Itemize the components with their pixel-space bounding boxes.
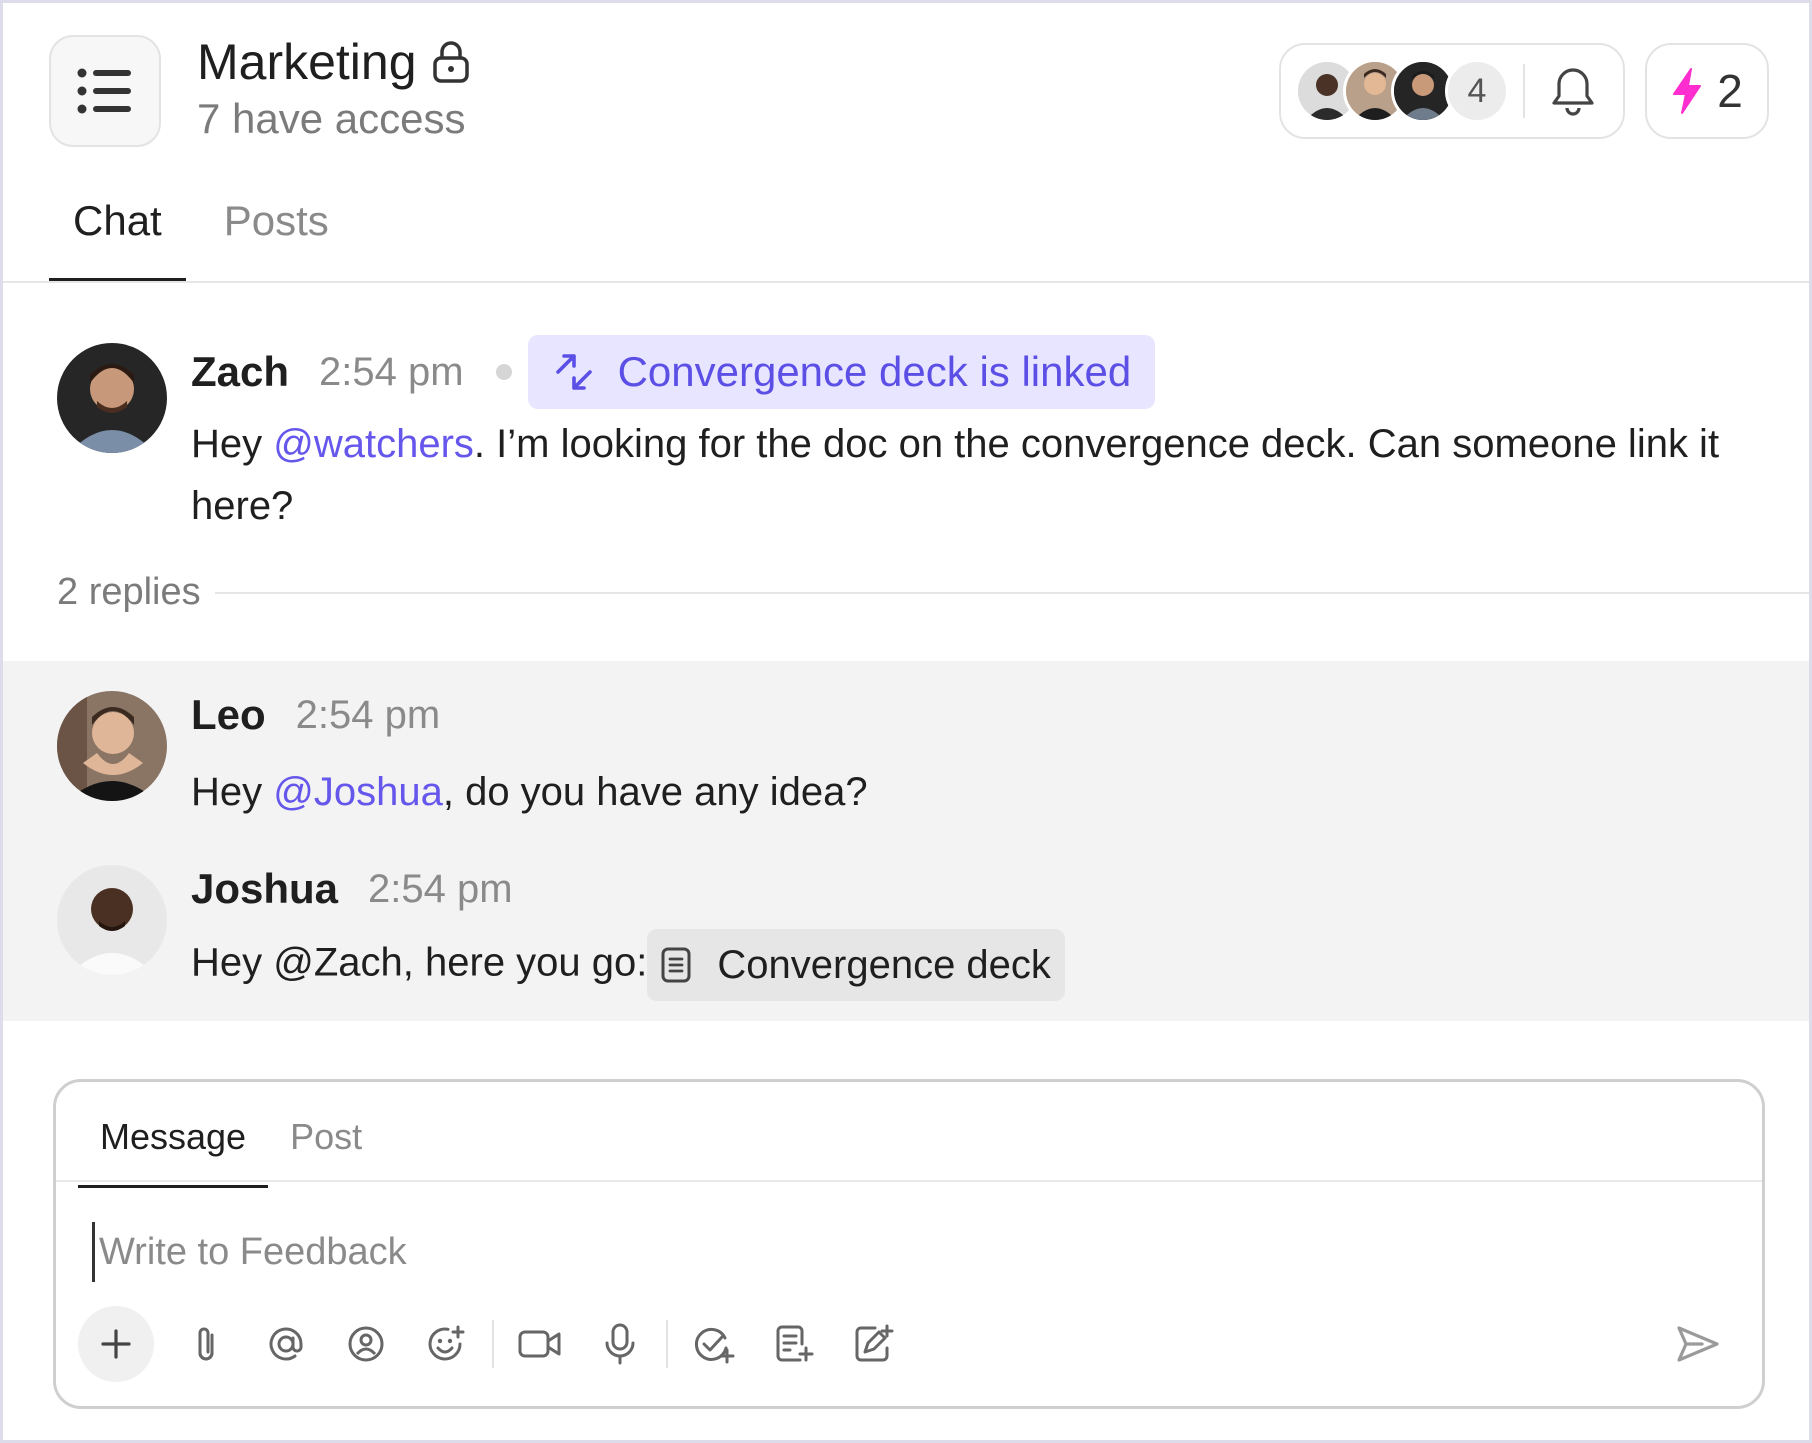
message-text: Hey <box>191 770 274 814</box>
mention-button[interactable] <box>255 1313 317 1375</box>
toolbar-divider <box>492 1320 494 1368</box>
message-body: Hey @Joshua, do you have any idea? <box>191 761 868 823</box>
message-text: Hey @Zach, here you go: <box>191 940 648 985</box>
access-count[interactable]: 7 have access <box>197 95 466 143</box>
tab-chat[interactable]: Chat <box>49 179 186 283</box>
tabs-divider <box>3 281 1809 283</box>
document-icon <box>661 947 691 983</box>
lightning-bolt-icon <box>1673 68 1702 114</box>
author-name[interactable]: Leo <box>191 691 266 739</box>
message-input[interactable] <box>92 1222 1692 1282</box>
replies-count[interactable]: 2 replies <box>57 571 201 614</box>
avatar-joshua[interactable] <box>57 865 167 975</box>
toolbar-divider <box>666 1320 668 1368</box>
doc-chip-label: Convergence deck <box>717 943 1051 987</box>
tab-post[interactable]: Post <box>268 1108 384 1186</box>
boost-count: 2 <box>1717 65 1743 117</box>
video-icon <box>518 1330 561 1358</box>
avatar-leo[interactable] <box>57 691 167 801</box>
watchers-group[interactable]: 4 <box>1279 43 1625 139</box>
notifications-button[interactable] <box>1543 61 1603 121</box>
view-tabs: Chat Posts <box>49 179 353 283</box>
author-name[interactable]: Zach <box>191 348 289 396</box>
replies-divider: 2 replies <box>57 571 1809 614</box>
create-task-button[interactable] <box>683 1313 745 1375</box>
channel-title: Marketing <box>197 34 417 90</box>
at-mention-icon <box>269 1327 303 1361</box>
mention-joshua[interactable]: @Joshua <box>273 770 443 814</box>
attach-button[interactable] <box>175 1313 237 1375</box>
bell-icon <box>1552 68 1594 116</box>
avatar-zach[interactable] <box>57 343 167 453</box>
watchers-count: 4 <box>1445 59 1509 123</box>
composer-tabs-divider <box>56 1180 1762 1182</box>
divider-line <box>214 591 1809 594</box>
message-body: Hey @watchers. I’m looking for the doc o… <box>191 413 1751 537</box>
message-time: 2:54 pm <box>368 866 513 911</box>
list-icon <box>77 68 131 114</box>
boost-button[interactable]: 2 <box>1645 43 1769 139</box>
message-text: Hey <box>191 422 274 466</box>
attachment-icon <box>198 1327 214 1361</box>
add-button[interactable] <box>78 1306 154 1382</box>
mention-watchers[interactable]: @watchers <box>273 422 474 466</box>
author-name[interactable]: Joshua <box>191 865 338 913</box>
emoji-add-icon <box>428 1325 465 1361</box>
composer-toolbar <box>78 1306 914 1382</box>
link-arrows-icon <box>555 354 592 390</box>
contact-mention-icon <box>348 1326 384 1362</box>
chat-panel: Marketing 7 have access 4 2 Chat Posts Z… <box>0 0 1812 1443</box>
tab-message[interactable]: Message <box>78 1108 269 1188</box>
menu-button[interactable] <box>49 35 161 147</box>
microphone-icon <box>605 1323 635 1365</box>
video-clip-button[interactable] <box>509 1313 571 1375</box>
composer-tabs: Message Post <box>78 1108 384 1188</box>
send-icon <box>1677 1326 1719 1362</box>
doc-chip[interactable]: Convergence deck <box>647 929 1065 1001</box>
mention-user-button[interactable] <box>335 1313 397 1375</box>
create-whiteboard-button[interactable] <box>843 1313 905 1375</box>
task-add-icon <box>694 1327 735 1364</box>
message-time: 2:54 pm <box>295 692 441 737</box>
separator-dot <box>495 364 512 380</box>
message-text: , do you have any idea? <box>442 770 868 814</box>
plus-icon <box>101 1329 131 1359</box>
emoji-button[interactable] <box>415 1313 477 1375</box>
divider <box>1523 64 1525 118</box>
voice-clip-button[interactable] <box>589 1313 651 1375</box>
watcher-avatars[interactable]: 4 <box>1295 59 1515 123</box>
message-header: Joshua 2:54 pm <box>191 865 513 913</box>
message-body: Hey @Zach, here you go: Convergence deck <box>191 929 1065 1001</box>
message-composer: Message Post <box>53 1079 1765 1409</box>
channel-title-row: Marketing <box>197 33 471 91</box>
send-button[interactable] <box>1670 1316 1726 1372</box>
whiteboard-add-icon <box>855 1324 894 1362</box>
linked-doc-chip[interactable]: Convergence deck is linked <box>527 335 1156 409</box>
message-time: 2:54 pm <box>319 349 464 394</box>
tab-posts[interactable]: Posts <box>200 179 353 279</box>
lock-icon <box>432 41 469 83</box>
message-header: Leo 2:54 pm <box>191 691 440 739</box>
linked-doc-label: Convergence deck is linked <box>617 348 1132 395</box>
doc-add-icon <box>776 1325 814 1362</box>
create-doc-button[interactable] <box>763 1313 825 1375</box>
message-header: Zach 2:54 pm Convergence deck is linked <box>191 335 1156 409</box>
